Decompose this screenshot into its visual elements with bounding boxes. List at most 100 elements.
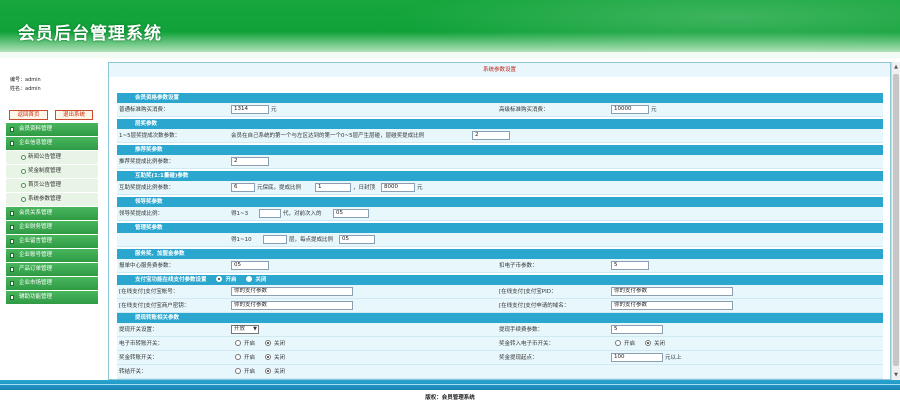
alipay-pid-input[interactable]: 你的支付参数	[611, 287, 733, 296]
row-bonus-transfer: 奖金转账开关： 开启 关闭 奖金提现起点： 100 元以上	[117, 351, 883, 365]
radio-icon	[235, 340, 241, 346]
footer-copyright: 版权：会员管理系统	[425, 395, 475, 401]
menu-bonus-rules[interactable]: 奖金制度管理	[6, 165, 98, 178]
menu-square-icon	[10, 225, 14, 230]
bonus-to-ecoin-off[interactable]: 关闭	[645, 337, 665, 351]
radio-icon	[615, 340, 621, 346]
app-window: 会员后台管理系统 编号：admin 姓名：admin 返回首页 退出系统 会员资…	[0, 0, 900, 405]
pay-on-option[interactable]: 开启	[216, 276, 236, 283]
section-mutual: 互助奖(1:1量碰)参数	[117, 171, 883, 181]
scrollbar-thumb[interactable]	[893, 74, 899, 366]
lead-generations-input[interactable]	[259, 209, 281, 218]
menu-square-icon	[10, 211, 14, 216]
alipay-account-input[interactable]: 你的支付参数	[231, 287, 353, 296]
menu-company-info[interactable]: 企业信息管理	[6, 137, 98, 150]
user-id-label: 编号：	[10, 77, 26, 83]
layer-ratio-input[interactable]: 2	[472, 131, 510, 140]
circle-bullet-icon	[21, 183, 26, 188]
menu-square-icon	[10, 267, 14, 272]
user-info: 编号：admin 姓名：admin	[10, 76, 41, 94]
settle-off[interactable]: 关闭	[265, 365, 285, 379]
menu-member-relations[interactable]: 会员关系管理	[6, 207, 98, 220]
row-withdraw: 提现开关设置： 开放 ▼ 提现手续费参数： 5	[117, 323, 883, 337]
menu-member-profile[interactable]: 会员资料管理	[6, 123, 98, 136]
section-transfer: 提现转账相关参数	[117, 313, 883, 323]
menu-messages[interactable]: 企业留言管理	[6, 235, 98, 248]
alipay-key-input[interactable]: 你的支付参数	[231, 301, 353, 310]
withdraw-fee-input[interactable]: 5	[611, 325, 663, 334]
circle-bullet-icon	[21, 155, 26, 160]
section-service: 服务奖、加盟金参数	[117, 249, 883, 259]
menu-square-icon	[10, 127, 14, 132]
chevron-down-icon: ▼	[253, 326, 257, 332]
manage-layers-input[interactable]	[263, 235, 287, 244]
row-manage: 得1~10 层，每点提成比例 05	[117, 233, 883, 247]
page-title: 系统参数设置	[109, 63, 890, 77]
section-pay: 支付宝功能在线支付参数设置 开启 关闭	[117, 275, 883, 285]
manage-ratio-input[interactable]: 05	[339, 235, 375, 244]
bonus-transfer-on[interactable]: 开启	[235, 351, 255, 365]
radio-icon	[246, 276, 253, 282]
recommend-ratio-input[interactable]: 2	[231, 157, 269, 166]
vertical-scrollbar[interactable]: ▲ ▼	[891, 62, 900, 380]
pay-off-option[interactable]: 关闭	[246, 276, 266, 283]
ecoin-transfer-on[interactable]: 开启	[235, 337, 255, 351]
row-pay-account: [在线支付]支付宝帐号： 你的支付参数 [在线支付]支付宝PID： 你的支付参数	[117, 285, 883, 299]
scroll-down-icon[interactable]: ▼	[893, 371, 899, 379]
logout-button[interactable]: 退出系统	[55, 110, 93, 120]
sidebar: 编号：admin 姓名：admin 返回首页 退出系统 会员资料管理 企业信息管…	[0, 58, 104, 380]
withdraw-min-input[interactable]: 100	[611, 353, 663, 362]
row-mutual: 互助奖提成比例参数： 6 元保底，提成比例 1 ，日封顶 8000 元	[117, 181, 883, 195]
user-name-value: admin	[25, 86, 41, 92]
menu-home-notice[interactable]: 首页公告管理	[6, 179, 98, 192]
menu-news[interactable]: 新闻公告管理	[6, 151, 98, 164]
menu-orders[interactable]: 产品订单管理	[6, 263, 98, 276]
alipay-domain-input[interactable]: 你的支付参数	[611, 301, 733, 310]
mutual-base-input[interactable]: 6	[231, 183, 255, 192]
radio-icon	[235, 354, 241, 360]
user-name-label: 姓名：	[10, 86, 26, 92]
menu-system-params[interactable]: 系统参数管理	[6, 193, 98, 206]
settle-on[interactable]: 开启	[235, 365, 255, 379]
menu-square-icon	[10, 281, 14, 286]
menu-square-icon	[10, 295, 14, 300]
service-fee-input[interactable]: 05	[231, 261, 269, 270]
circle-bullet-icon	[21, 197, 26, 202]
lead-ratio-input[interactable]: 05	[333, 209, 369, 218]
ecoin-deduct-input[interactable]: 5	[611, 261, 649, 270]
section-member: 会员资格参数设置	[117, 93, 883, 103]
row-ecoin-transfer: 电子币转账开关： 开启 关闭 奖金转入电子币开关： 开启 关闭	[117, 337, 883, 351]
section-layer: 层奖参数	[117, 119, 883, 129]
header-banner: 会员后台管理系统	[0, 0, 900, 58]
mutual-ratio-input[interactable]: 1	[315, 183, 351, 192]
advanced-purchase-input[interactable]: 10000	[611, 105, 649, 114]
radio-on-icon	[265, 368, 271, 374]
app-title: 会员后台管理系统	[18, 24, 162, 44]
row-service: 报单中心服务费参数： 05 扣电子币参数： 5	[117, 259, 883, 273]
section-manage: 管理奖参数	[117, 223, 883, 233]
scroll-up-icon[interactable]: ▲	[893, 63, 899, 71]
menu-accounts[interactable]: 企业账号管理	[6, 249, 98, 262]
normal-purchase-input[interactable]: 1314	[231, 105, 269, 114]
mutual-cap-input[interactable]: 8000	[381, 183, 415, 192]
radio-on-icon	[265, 354, 271, 360]
withdraw-switch-select[interactable]: 开放 ▼	[231, 325, 259, 334]
home-button[interactable]: 返回首页	[9, 110, 48, 120]
bonus-to-ecoin-on[interactable]: 开启	[615, 337, 635, 351]
circle-bullet-icon	[21, 169, 26, 174]
menu-finance[interactable]: 企业财务管理	[6, 221, 98, 234]
row-settle: 转结开关： 开启 关闭	[117, 365, 883, 379]
user-id-value: admin	[25, 77, 41, 83]
ecoin-transfer-off[interactable]: 关闭	[265, 337, 285, 351]
menu-market[interactable]: 企业市场管理	[6, 277, 98, 290]
menu-auxiliary[interactable]: 辅助功能管理	[6, 291, 98, 304]
main-panel: 系统参数设置 会员资格参数设置 普通标准购买消费： 1314 元 高级标准购买消…	[108, 62, 891, 380]
bonus-transfer-off[interactable]: 关闭	[265, 351, 285, 365]
radio-icon	[235, 368, 241, 374]
row-recommend: 推荐奖提成比例参数： 2	[117, 155, 883, 169]
radio-on-icon	[645, 340, 651, 346]
footer-band	[0, 380, 900, 390]
menu-square-icon	[10, 253, 14, 258]
row-pay-key: [在线支付]支付宝商户密钥： 你的支付参数 [在线支付]支付申请的域名： 你的支…	[117, 299, 883, 313]
radio-on-icon	[265, 340, 271, 346]
